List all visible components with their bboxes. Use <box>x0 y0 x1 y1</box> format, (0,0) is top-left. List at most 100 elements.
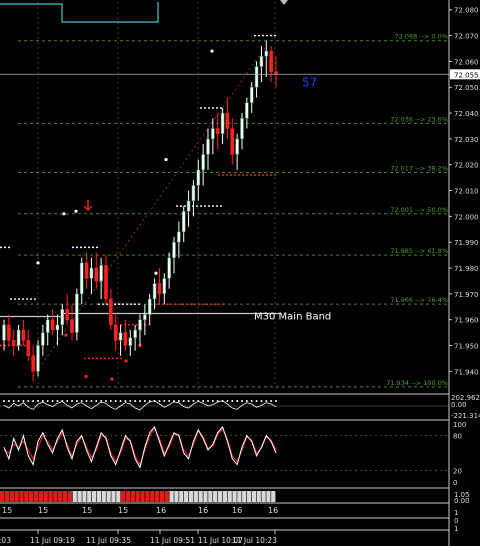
heat-strip-pane[interactable]: 1.050.00 <box>0 487 470 505</box>
heat-cell <box>116 491 121 502</box>
oscillator-dot <box>245 400 248 402</box>
candle[interactable] <box>75 288 79 341</box>
heat-cell <box>222 491 227 502</box>
price-axis[interactable]: 72.080 72.070 72.060 72.050 72.040 72.030 72.0… <box>448 0 480 546</box>
oscillator-dot <box>139 400 141 402</box>
oscillator-dot <box>71 400 73 402</box>
price-tick-label: 72.070 <box>454 33 479 41</box>
heat-cell <box>48 491 53 502</box>
oscillator-dot <box>37 400 39 402</box>
heat-cell <box>266 491 271 502</box>
oscillator-dot <box>3 400 5 402</box>
oscillator-dot <box>236 400 239 402</box>
stoch-axis-label: 100 <box>453 421 466 429</box>
oscillator-dot <box>134 400 137 402</box>
heat-cell <box>227 491 232 502</box>
candle-body <box>21 329 26 341</box>
heat-cell <box>53 491 58 502</box>
trading-chart-window[interactable]: 72.068 --> 0.0% 72.036 --> 23.6% 72.017 --… <box>0 0 480 546</box>
heat-cell <box>217 491 223 502</box>
price-tick-label: 72.060 <box>454 58 479 66</box>
price-tick-label: 71.950 <box>454 343 479 351</box>
oscillator-dot <box>192 400 195 402</box>
heat-cell <box>203 491 208 502</box>
candle-body <box>138 319 142 331</box>
price-tick-label: 72.000 <box>454 213 479 221</box>
stoch-main-line <box>3 425 277 469</box>
oscillator-dot <box>119 400 122 402</box>
period-label: 16 <box>156 506 166 515</box>
oscillator-dot <box>163 400 166 402</box>
candle-body <box>109 298 113 326</box>
oscillator-dot <box>90 400 93 402</box>
oscillator-dot <box>80 400 83 402</box>
oscillator-dot <box>75 400 78 402</box>
oscillator-dot <box>66 400 69 402</box>
price-tick-label: 72.010 <box>454 188 479 196</box>
candle-body <box>75 293 79 333</box>
oscillator-dot <box>275 400 277 402</box>
signal-dot <box>124 359 128 363</box>
oscillator-dot <box>187 400 190 402</box>
fib-level-label: 71.966 --> 76.4% <box>390 296 448 304</box>
price-tick-label: 71.990 <box>454 239 479 247</box>
chart-canvas[interactable]: 72.068 --> 0.0% 72.036 --> 23.6% 72.017 --… <box>0 0 480 546</box>
candle-body <box>65 309 69 320</box>
heat-cell <box>154 491 160 502</box>
heat-cell <box>58 491 63 502</box>
heat-cell <box>164 491 169 502</box>
stochastic-pane[interactable]: 100 80 20 0 <box>0 419 466 487</box>
heat-cell <box>213 491 218 502</box>
candle-body <box>259 55 264 67</box>
heat-axis-label: 0.00 <box>454 497 470 505</box>
oscillator-dot <box>265 400 268 402</box>
candle-body <box>167 257 171 279</box>
heat-cell <box>29 491 34 502</box>
candle-body <box>147 298 152 315</box>
oscillator-dot <box>158 400 161 402</box>
period-label: 16 <box>268 506 278 515</box>
heat-cell <box>140 491 145 502</box>
heat-cell <box>169 491 174 502</box>
time-tick-label: 11 Jul 09:03 <box>0 536 11 545</box>
oscillator-dot <box>41 400 44 402</box>
candle-body <box>177 231 181 243</box>
period-label: 16 <box>232 506 242 515</box>
candle-body <box>245 102 249 119</box>
heat-cell <box>184 491 189 502</box>
price-pane[interactable]: 72.068 --> 0.0% 72.036 --> 23.6% 72.017 --… <box>0 0 449 392</box>
stoch-axis-label: 80 <box>453 433 462 441</box>
heat-cell <box>92 491 97 502</box>
heat-cell <box>9 491 14 502</box>
oscillator-dot <box>129 400 132 402</box>
time-axis[interactable]: 11 Jul 09:03 11 Jul 09:19 11 Jul 09:35 11 J… <box>0 529 449 545</box>
signal-dot <box>210 49 214 53</box>
candle-body <box>162 278 167 295</box>
heat-cell <box>232 491 237 502</box>
heat-cell <box>87 491 92 502</box>
bar-counter-text: 57 <box>302 75 317 89</box>
heat-cell <box>261 491 266 502</box>
side-label: 1 <box>454 525 458 533</box>
oscillator-dot <box>46 400 49 402</box>
period-label: 15 <box>118 506 128 515</box>
heat-cell <box>242 491 247 502</box>
candle-body <box>2 324 6 341</box>
candle-body <box>181 210 186 233</box>
signal-dot <box>154 271 158 275</box>
oscillator-dot <box>17 400 20 402</box>
heat-cell <box>271 491 276 502</box>
heat-cell <box>106 491 111 502</box>
candle-body <box>220 112 225 135</box>
candle-body <box>143 314 147 320</box>
oscillator-pane[interactable]: 202.96240.00-221.3141 <box>0 393 480 420</box>
heat-cell <box>77 491 82 502</box>
heat-cell <box>101 491 106 502</box>
oscillator-dot <box>211 400 214 402</box>
fib-level-label: 71.934 --> 100.0% <box>386 379 448 387</box>
oscillator-line <box>3 400 277 411</box>
candle[interactable] <box>36 340 40 377</box>
oscillator-dot <box>7 400 10 402</box>
oscillator-dot <box>114 400 117 402</box>
candle-body <box>133 329 137 339</box>
